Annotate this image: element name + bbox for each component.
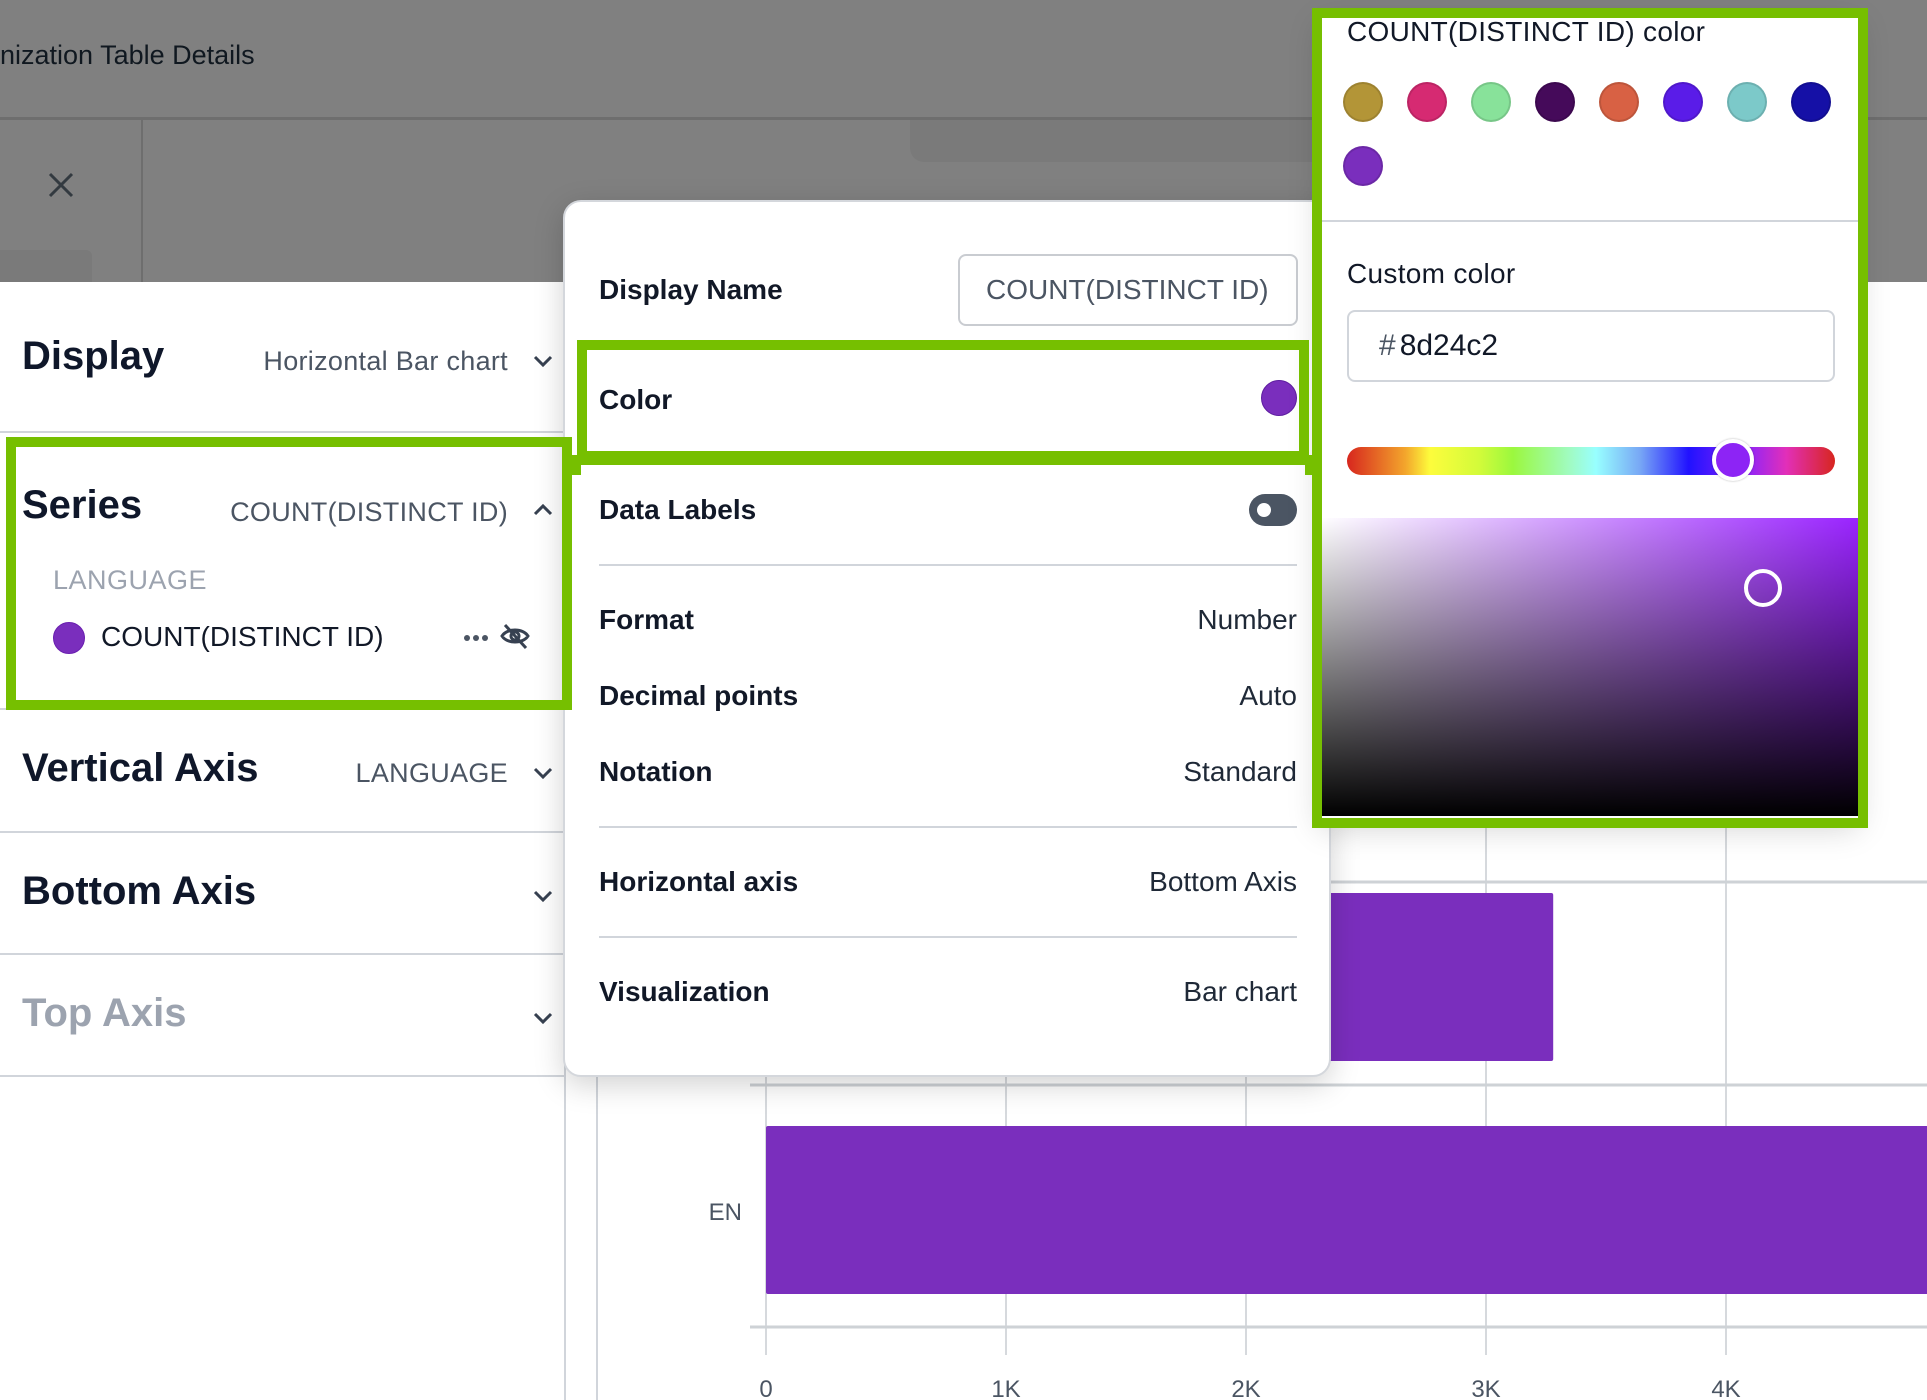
toolbar-divider — [141, 120, 143, 282]
color-swatch[interactable] — [1407, 82, 1447, 122]
x-tick-label: 0 — [759, 1376, 772, 1400]
display-type-value[interactable]: Horizontal Bar chart — [263, 346, 508, 377]
toggle-knob — [1257, 503, 1271, 517]
chevron-down-icon[interactable] — [530, 883, 556, 909]
notation-select[interactable]: Standard — [1183, 756, 1297, 788]
visualization-select[interactable]: Bar chart — [1183, 976, 1297, 1008]
divider — [1320, 220, 1858, 222]
data-labels-toggle[interactable] — [1249, 494, 1297, 526]
visualization-label: Visualization — [599, 976, 770, 1007]
series-list-item[interactable]: COUNT(DISTINCT ID) — [53, 618, 533, 658]
hue-slider[interactable] — [1347, 447, 1835, 475]
chevron-down-icon[interactable] — [530, 760, 556, 786]
background-tab — [0, 250, 92, 282]
color-swatch[interactable] — [1535, 82, 1575, 122]
display-name-label: Display Name — [599, 274, 783, 305]
decimal-points-select[interactable]: Auto — [1239, 680, 1297, 712]
series-group-label: LANGUAGE — [53, 565, 208, 595]
color-label: Color — [599, 384, 673, 415]
x-tick-label: 3K — [1471, 1376, 1500, 1400]
chevron-down-icon[interactable] — [530, 1005, 556, 1031]
color-picker-popover: COUNT(DISTINCT ID) color Custom color # … — [1320, 16, 1858, 820]
top-axis-title: Top Axis — [22, 991, 187, 1035]
top-axis-section[interactable]: Top Axis — [0, 955, 566, 1077]
color-swatch[interactable] — [1727, 82, 1767, 122]
vertical-axis-title: Vertical Axis — [22, 746, 259, 790]
eye-off-icon[interactable] — [499, 620, 531, 652]
bottom-axis-section[interactable]: Bottom Axis — [0, 833, 566, 955]
series-settings-popover: Display Name COUNT(DISTINCT ID) Color Da… — [563, 200, 1331, 1077]
format-label: Format — [599, 604, 694, 635]
more-options-icon[interactable] — [463, 628, 489, 648]
color-swatch[interactable] — [1663, 82, 1703, 122]
format-select[interactable]: Number — [1197, 604, 1297, 636]
custom-color-label: Custom color — [1347, 258, 1516, 289]
saturation-value-handle[interactable] — [1744, 569, 1782, 607]
vertical-axis-section[interactable]: Vertical Axis LANGUAGE — [0, 710, 566, 833]
display-section[interactable]: Display Horizontal Bar chart — [0, 282, 566, 433]
color-picker-title: COUNT(DISTINCT ID) color — [1347, 16, 1706, 47]
hex-prefix: # — [1379, 329, 1396, 362]
saturation-value-area[interactable] — [1320, 518, 1858, 816]
divider — [599, 826, 1297, 828]
background-card — [910, 120, 1330, 162]
data-labels-label: Data Labels — [599, 494, 757, 525]
horizontal-axis-label: Horizontal axis — [599, 866, 799, 897]
hue-slider-handle[interactable] — [1711, 439, 1754, 481]
chevron-down-icon[interactable] — [530, 348, 556, 374]
series-item-name: COUNT(DISTINCT ID) — [101, 621, 384, 652]
hex-color-input[interactable]: # 8d24c2 — [1347, 310, 1835, 382]
page-title: nization Table Details — [0, 40, 255, 70]
color-swatch[interactable] — [1791, 82, 1831, 122]
display-name-input[interactable]: COUNT(DISTINCT ID) — [958, 254, 1298, 326]
bar — [766, 1126, 1927, 1294]
x-tick-label: 4K — [1711, 1376, 1740, 1400]
divider — [599, 564, 1297, 566]
color-swatch[interactable] — [1343, 146, 1383, 186]
color-swatch[interactable] — [1343, 82, 1383, 122]
display-title: Display — [22, 334, 165, 378]
color-swatch[interactable] — [1599, 82, 1639, 122]
bottom-axis-title: Bottom Axis — [22, 869, 257, 913]
chevron-up-icon[interactable] — [530, 497, 556, 523]
color-swatch[interactable] — [1471, 82, 1511, 122]
divider — [599, 936, 1297, 938]
series-value[interactable]: COUNT(DISTINCT ID) — [230, 497, 508, 528]
x-tick-label: 1K — [991, 1376, 1020, 1400]
series-title: Series — [22, 483, 143, 527]
series-color-dot[interactable] — [53, 622, 85, 654]
x-tick-label: 2K — [1231, 1376, 1260, 1400]
notation-label: Notation — [599, 756, 713, 787]
close-icon[interactable] — [44, 168, 78, 202]
series-color-button[interactable] — [1261, 380, 1297, 416]
chart-settings-panel: Display Horizontal Bar chart Series COUN… — [0, 282, 566, 1400]
decimal-points-label: Decimal points — [599, 680, 799, 711]
dashboard-page: nization Table Details 0 1K 2K 3K 4K EN Displ… — [0, 0, 1927, 1400]
horizontal-axis-select[interactable]: Bottom Axis — [1149, 866, 1297, 898]
y-category-label: EN — [709, 1199, 742, 1226]
hex-value[interactable]: 8d24c2 — [1400, 329, 1498, 363]
vertical-axis-value[interactable]: LANGUAGE — [356, 758, 508, 789]
